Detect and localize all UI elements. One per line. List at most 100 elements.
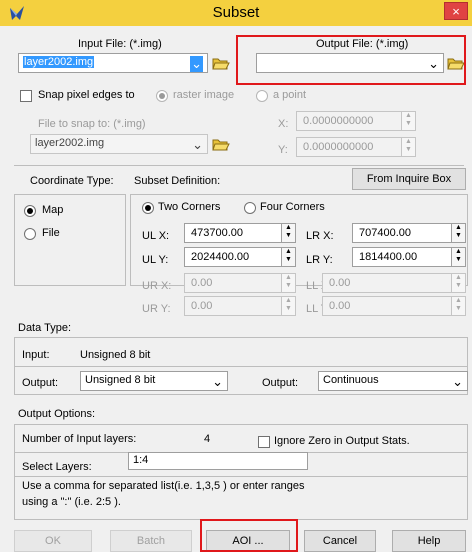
lry-label: LR Y:	[306, 254, 333, 266]
lly-field[interactable]: 0.00 ▲ ▼	[322, 296, 466, 316]
cancel-button[interactable]: Cancel	[304, 530, 376, 552]
chevron-down-icon[interactable]: ⌄	[190, 56, 203, 72]
snap-y-value: 0.0000000000	[303, 141, 374, 153]
num-input-layers-label: Number of Input layers:	[22, 433, 137, 445]
coordinate-map-label: Map	[42, 204, 64, 216]
num-input-layers-value: 4	[204, 433, 211, 445]
lly-value: 0.00	[329, 300, 351, 312]
ignore-zero-label: Ignore Zero in Output Stats.	[274, 435, 410, 447]
output-options-label: Output Options:	[18, 408, 96, 420]
spinner-arrows-icon[interactable]: ▲ ▼	[401, 112, 415, 130]
snap-y-field[interactable]: 0.0000000000 ▲ ▼	[296, 137, 416, 157]
ury-field[interactable]: 0.00 ▲ ▼	[184, 296, 296, 316]
snap-x-label: X:	[278, 118, 289, 130]
ulx-label: UL X:	[142, 230, 170, 242]
lrx-label: LR X:	[306, 230, 334, 242]
output-format-value: Continuous	[323, 374, 379, 386]
uly-value: 2024400.00	[191, 251, 250, 263]
close-button[interactable]: ×	[444, 2, 468, 20]
uly-label: UL Y:	[142, 254, 169, 266]
llx-value: 0.00	[329, 277, 351, 289]
aoi-button[interactable]: AOI ...	[206, 530, 290, 552]
snap-raster-label: raster image	[173, 89, 235, 101]
output-format-label: Output:	[262, 377, 299, 389]
dialog-title: Subset	[212, 4, 260, 21]
open-folder-icon[interactable]	[212, 136, 230, 152]
title-bar[interactable]: Subset ×	[0, 0, 472, 26]
spinner-arrows-icon[interactable]: ▲ ▼	[281, 297, 295, 315]
input-file-combo[interactable]: layer2002.img ⌄	[18, 53, 208, 73]
snap-y-label: Y:	[278, 144, 288, 156]
urx-field[interactable]: 0.00 ▲ ▼	[184, 273, 296, 293]
divider	[15, 366, 467, 367]
output-file-combo[interactable]: ⌄	[256, 53, 444, 73]
ury-label: UR Y:	[142, 303, 171, 315]
chevron-down-icon[interactable]: ⌄	[452, 374, 463, 390]
input-file-label: Input File: (*.img)	[78, 38, 162, 50]
spinner-arrows-icon[interactable]: ▲ ▼	[451, 248, 465, 266]
ury-value: 0.00	[191, 300, 213, 312]
output-type-value: Unsigned 8 bit	[85, 374, 156, 386]
urx-label: UR X:	[142, 280, 172, 292]
chevron-down-icon[interactable]: ⌄	[192, 137, 203, 153]
spinner-arrows-icon[interactable]: ▲ ▼	[281, 248, 295, 266]
chevron-down-icon[interactable]: ⌄	[212, 374, 223, 390]
divider	[15, 476, 467, 477]
output-format-combo[interactable]: Continuous ⌄	[318, 371, 468, 391]
chevron-down-icon[interactable]: ⌄	[428, 56, 439, 72]
data-type-label: Data Type:	[18, 322, 71, 334]
two-corners-label: Two Corners	[158, 201, 221, 213]
coordinate-map-radio[interactable]	[24, 205, 36, 217]
lrx-field[interactable]: 707400.00 ▲ ▼	[352, 223, 466, 243]
open-folder-icon[interactable]	[212, 55, 230, 71]
urx-value: 0.00	[191, 277, 213, 289]
batch-button[interactable]: Batch	[110, 530, 192, 552]
two-corners-radio[interactable]	[142, 202, 154, 214]
spinner-arrows-icon[interactable]: ▲ ▼	[401, 138, 415, 156]
coordinate-type-label: Coordinate Type:	[30, 175, 114, 187]
spinner-arrows-icon[interactable]: ▲ ▼	[451, 274, 465, 292]
snap-x-value: 0.0000000000	[303, 115, 374, 127]
snap-point-label: a point	[273, 89, 307, 101]
ok-button[interactable]: OK	[14, 530, 92, 552]
subset-dialog: Subset × Input File: (*.img) layer2002.i…	[0, 0, 472, 552]
snap-file-combo[interactable]: layer2002.img ⌄	[30, 134, 208, 154]
snap-file-value: layer2002.img	[35, 137, 105, 149]
select-layers-label: Select Layers:	[22, 461, 92, 473]
input-file-value: layer2002.img	[23, 56, 95, 68]
four-corners-label: Four Corners	[260, 201, 325, 213]
uly-field[interactable]: 2024400.00 ▲ ▼	[184, 247, 296, 267]
select-layers-value: 1:4	[133, 454, 149, 466]
coordinate-file-label: File	[42, 227, 60, 239]
ulx-field[interactable]: 473700.00 ▲ ▼	[184, 223, 296, 243]
output-type-combo[interactable]: Unsigned 8 bit ⌄	[80, 371, 228, 391]
select-layers-help-line2: using a ":" (i.e. 2:5 ).	[22, 496, 121, 508]
from-inquire-box-button[interactable]: From Inquire Box	[352, 168, 466, 190]
lry-field[interactable]: 1814400.00 ▲ ▼	[352, 247, 466, 267]
snap-pixel-edges-checkbox[interactable]	[20, 90, 32, 102]
input-type-value: Unsigned 8 bit	[80, 349, 151, 361]
divider	[14, 165, 464, 166]
input-type-label: Input:	[22, 349, 50, 361]
spinner-arrows-icon[interactable]: ▲ ▼	[451, 224, 465, 242]
help-button[interactable]: Help	[392, 530, 466, 552]
select-layers-help-line1: Use a comma for separated list(i.e. 1,3,…	[22, 480, 305, 492]
spinner-arrows-icon[interactable]: ▲ ▼	[281, 274, 295, 292]
snap-raster-radio[interactable]	[156, 90, 168, 102]
snap-point-radio[interactable]	[256, 90, 268, 102]
output-type-label: Output:	[22, 377, 59, 389]
ignore-zero-checkbox[interactable]	[258, 436, 270, 448]
snap-x-field[interactable]: 0.0000000000 ▲ ▼	[296, 111, 416, 131]
output-file-label: Output File: (*.img)	[316, 38, 409, 50]
spinner-arrows-icon[interactable]: ▲ ▼	[281, 224, 295, 242]
snap-pixel-edges-label: Snap pixel edges to	[38, 89, 135, 101]
open-folder-icon[interactable]	[447, 55, 465, 71]
llx-field[interactable]: 0.00 ▲ ▼	[322, 273, 466, 293]
lry-value: 1814400.00	[359, 251, 418, 263]
lrx-value: 707400.00	[359, 227, 411, 239]
coordinate-file-radio[interactable]	[24, 228, 36, 240]
four-corners-radio[interactable]	[244, 202, 256, 214]
spinner-arrows-icon[interactable]: ▲ ▼	[451, 297, 465, 315]
subset-definition-label: Subset Definition:	[134, 175, 221, 187]
select-layers-input[interactable]: 1:4	[128, 452, 308, 470]
